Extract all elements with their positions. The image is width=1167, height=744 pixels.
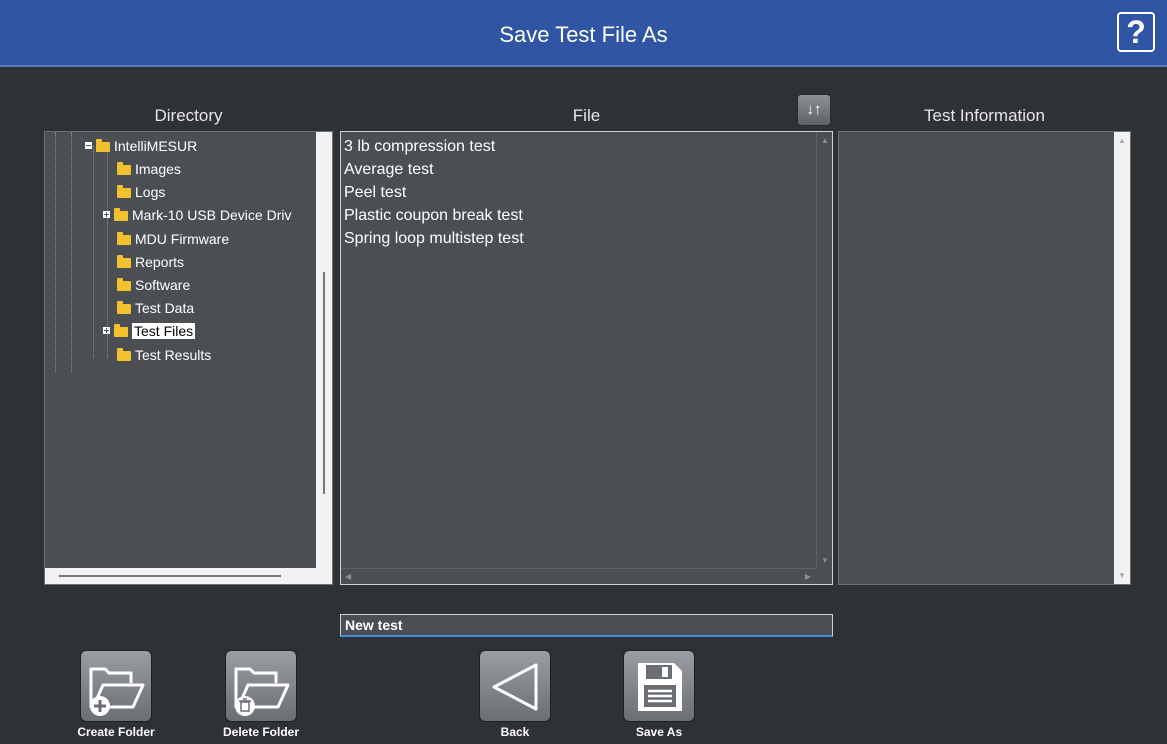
tree-item-label: Mark-10 USB Device Driv (132, 206, 292, 223)
sort-arrows-icon: ↓↑ (806, 101, 822, 118)
tree-item-label: Software (135, 276, 191, 293)
tree-item-label: Test Results (135, 346, 212, 363)
file-horizontal-scrollbar[interactable]: ◀ ▶ (341, 568, 817, 584)
scrollbar-thumb[interactable] (323, 272, 325, 494)
tree-item-label: MDU Firmware (135, 230, 230, 247)
save-as-button[interactable] (623, 650, 695, 722)
delete-folder-label: Delete Folder (222, 725, 300, 739)
back-button[interactable] (479, 650, 551, 722)
file-list: 3 lb compression test Average test Peel … (344, 136, 524, 251)
folder-icon (96, 138, 110, 152)
tree-item-logs[interactable]: Logs (117, 181, 165, 202)
directory-horizontal-scrollbar[interactable] (45, 568, 332, 584)
delete-folder-button[interactable] (225, 650, 297, 722)
expand-icon[interactable] (103, 211, 110, 218)
folder-icon (117, 347, 131, 361)
expand-icon[interactable] (103, 327, 110, 334)
tree-guide-line (93, 146, 94, 358)
file-list-panel[interactable]: 3 lb compression test Average test Peel … (340, 131, 833, 585)
file-item[interactable]: Peel test (344, 182, 524, 205)
back-label: Back (500, 725, 530, 739)
folder-icon (117, 231, 131, 245)
folder-icon (117, 184, 131, 198)
folder-icon (117, 300, 131, 314)
delete-folder-icon (234, 667, 290, 716)
page-title: Save Test File As (499, 22, 668, 47)
folder-icon (117, 161, 131, 175)
tree-item-intellimesur[interactable]: IntelliMESUR (85, 135, 197, 156)
tree-item-mdu-firmware[interactable]: MDU Firmware (117, 228, 229, 249)
test-information-panel: ▲ ▼ (838, 131, 1131, 585)
tree-item-label: Logs (135, 183, 166, 200)
tree-item-test-data[interactable]: Test Data (117, 297, 194, 318)
folder-icon (114, 207, 128, 221)
collapse-icon[interactable] (85, 142, 92, 149)
directory-tree[interactable]: IntelliMESUR Images Logs Mark-10 USB Dev… (44, 131, 333, 585)
folder-icon (117, 277, 131, 291)
scroll-down-icon[interactable]: ▼ (1118, 571, 1126, 580)
tree-item-label: Reports (135, 253, 185, 270)
tree-item-label: Test Data (135, 299, 195, 316)
file-item[interactable]: 3 lb compression test (344, 136, 524, 159)
scroll-right-icon[interactable]: ▶ (805, 572, 811, 581)
file-item[interactable]: Plastic coupon break test (344, 205, 524, 228)
scrollbar-thumb[interactable] (59, 575, 281, 577)
title-bar: Save Test File As ? (0, 0, 1167, 67)
file-item[interactable]: Spring loop multistep test (344, 228, 524, 251)
file-header: File (572, 106, 601, 125)
directory-header: Directory (154, 106, 223, 125)
file-vertical-scrollbar[interactable]: ▲ ▼ (816, 132, 832, 569)
tree-item-label: Images (135, 160, 181, 177)
create-folder-label: Create Folder (77, 725, 155, 739)
scroll-down-icon[interactable]: ▼ (821, 556, 829, 565)
tree-item-label: IntelliMESUR (114, 137, 198, 154)
directory-vertical-scrollbar[interactable] (316, 132, 332, 569)
file-item[interactable]: Average test (344, 159, 524, 182)
test-information-scrollbar[interactable]: ▲ ▼ (1114, 132, 1130, 584)
tree-item-test-files[interactable]: Test Files (103, 320, 196, 341)
floppy-disk-icon (638, 663, 682, 711)
scroll-left-icon[interactable]: ◀ (345, 572, 351, 581)
test-information-header: Test Information (924, 106, 1045, 125)
back-triangle-icon (492, 663, 538, 711)
tree-item-images[interactable]: Images (117, 158, 181, 179)
save-as-label: Save As (635, 725, 683, 739)
scroll-up-icon[interactable]: ▲ (821, 136, 829, 145)
folder-icon (114, 323, 128, 337)
tree-guide-line (71, 132, 72, 372)
tree-item-label-selected: Test Files (132, 322, 196, 339)
tree-item-software[interactable]: Software (117, 274, 190, 295)
folder-icon (117, 254, 131, 268)
help-button[interactable]: ? (1117, 12, 1155, 52)
tree-item-reports[interactable]: Reports (117, 251, 184, 272)
sort-button[interactable]: ↓↑ (797, 94, 831, 126)
tree-guide-line (55, 132, 56, 372)
scroll-up-icon[interactable]: ▲ (1118, 136, 1126, 145)
filename-input[interactable] (340, 614, 833, 637)
tree-item-mark10-usb-driver[interactable]: Mark-10 USB Device Driv (103, 204, 291, 225)
create-folder-button[interactable] (80, 650, 152, 722)
create-folder-icon (89, 667, 145, 716)
tree-item-test-results[interactable]: Test Results (117, 344, 211, 365)
